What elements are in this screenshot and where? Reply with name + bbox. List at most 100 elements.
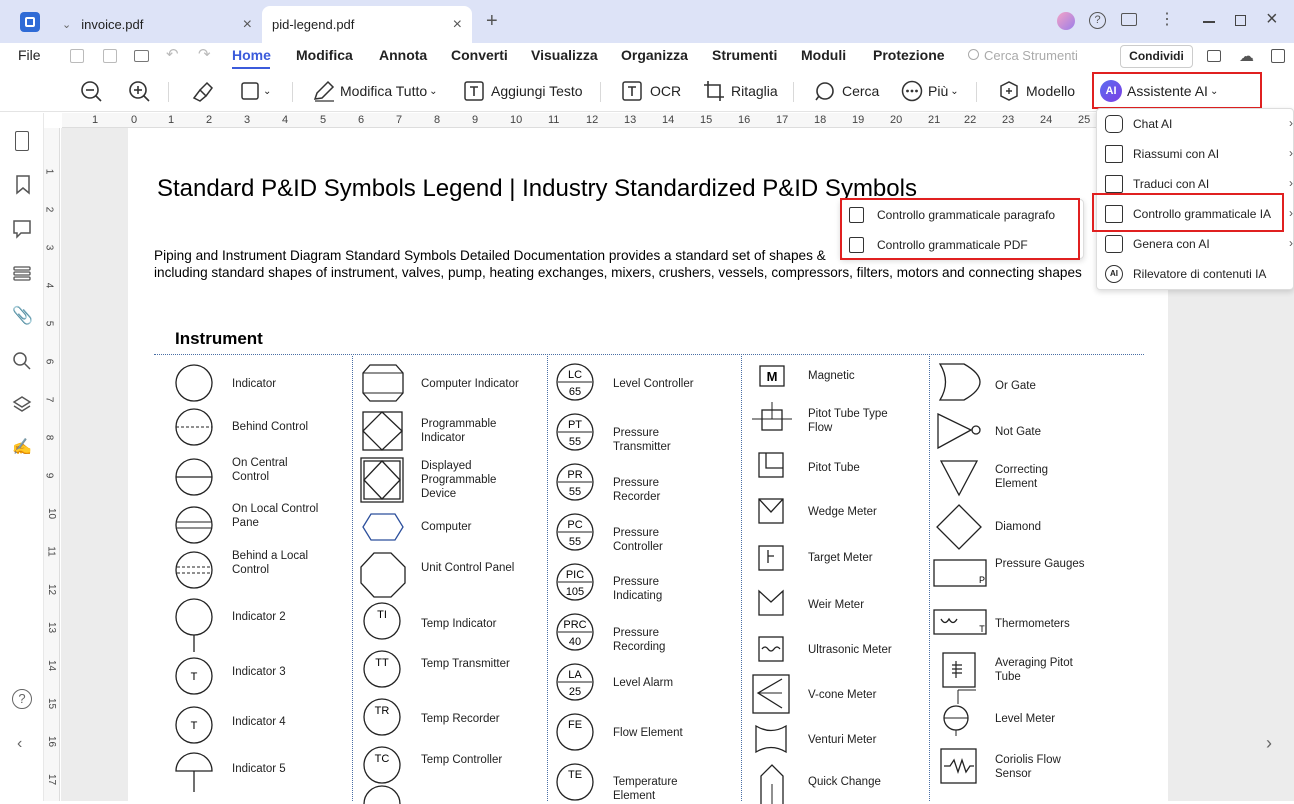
symbol-label: Temp Controller [421,754,503,766]
horizontal-ruler: 1 0 1 2 3 4 5 6 7 8 9 10 11 12 13 14 15 16 17 18 19 20 21 22 23 2… [62,113,1167,128]
menu-organizza[interactable]: Organizza [621,47,688,63]
new-tab-button[interactable]: + [486,10,498,33]
svg-text:PR: PR [567,469,582,481]
ruler-tick-label: 11 [548,114,560,126]
ai-menu-summarize[interactable]: Riassumi con AI › [1097,139,1294,169]
ruler-tick-label: 12 [46,583,58,596]
symbol-shape [939,460,979,497]
symbol-label: Indicator 4 [232,716,286,728]
tab-pid-legend[interactable]: pid-legend.pdf × [262,6,472,43]
symbol-shape [175,752,213,792]
menu-moduli[interactable]: Moduli [801,47,846,63]
ai-menu-chat[interactable]: Chat AI › [1097,109,1294,139]
symbol-shape [758,589,784,616]
attachment-icon[interactable]: 📎 [12,306,33,326]
svg-text:PT: PT [568,419,582,431]
layers-icon[interactable] [12,395,32,415]
redo-icon[interactable]: ↷ [198,45,211,63]
menu-bar: File ↶ ↷ Home Modifica Annota Converti V… [0,43,1294,70]
menu-protezione[interactable]: Protezione [873,47,945,63]
ruler-tick-label: 2 [43,206,55,213]
menu-strumenti[interactable]: Strumenti [712,47,777,63]
symbol-label: Wedge Meter [808,506,877,518]
undo-icon[interactable]: ↶ [166,45,179,63]
ruler-tick-label: 11 [45,546,57,557]
zoom-out-button[interactable] [80,78,102,104]
template-button[interactable]: Modello [997,78,1075,104]
crop-button[interactable]: Ritaglia [703,78,778,104]
symbol-label: Magnetic [808,370,855,382]
zoom-in-button[interactable] [128,78,150,104]
ocr-button[interactable]: OCR [620,78,681,104]
menu-visualizza[interactable]: Visualizza [531,47,598,63]
help-icon[interactable]: ? [1089,12,1106,29]
share-button[interactable]: Condividi [1120,45,1193,68]
save-icon[interactable] [70,49,84,63]
divider [793,82,794,102]
close-window-button[interactable]: × [1266,8,1278,31]
help-icon[interactable]: ? [12,689,32,709]
chevron-down-icon: ⌄ [263,85,272,97]
edit-all-button[interactable]: Modifica Tutto ⌄ [312,78,438,104]
close-icon[interactable]: × [453,16,462,34]
tab-invoice[interactable]: ⌄ invoice.pdf × [52,6,262,43]
ai-menu-generate[interactable]: Genera con AI › [1097,229,1294,259]
divider [292,82,293,102]
symbol-shape: FE [556,713,594,751]
search-tools-input[interactable]: Cerca Strumenti [968,48,1078,63]
symbol-shape: TE [556,763,594,801]
maximize-button[interactable] [1235,15,1246,26]
symbol-label: Level Meter [995,713,1056,725]
symbol-label: Level Alarm [613,677,674,689]
menu-converti[interactable]: Converti [451,47,508,63]
more-vert-icon[interactable]: ⋮ [1159,9,1175,29]
svg-text:65: 65 [569,386,581,398]
feedback-icon[interactable] [1121,13,1137,26]
shape-button[interactable]: ⌄ [240,78,271,104]
avatar[interactable] [1057,12,1075,30]
signature-icon[interactable]: ✍ [12,437,32,457]
close-icon[interactable]: × [243,16,252,34]
org-chart-icon[interactable] [1207,50,1221,62]
menu-file[interactable]: File [18,47,41,63]
svg-text:P: P [979,575,985,585]
symbol-shape [175,551,213,589]
ruler-tick-label: 14 [46,659,58,672]
print-icon[interactable] [134,50,149,62]
vertical-ruler: 1 2 3 4 5 6 7 8 9 10 11 12 13 14 15 16 17 [43,128,60,801]
add-text-button[interactable]: Aggiungi Testo [463,78,583,104]
search-icon[interactable] [12,351,32,371]
search-button[interactable]: Cerca [814,78,879,104]
symbol-shape: PR 55 [556,463,594,501]
highlight-button[interactable] [190,78,214,104]
panel-icon[interactable] [1271,49,1285,63]
svg-text:M: M [767,369,778,384]
comment-icon[interactable] [12,219,32,239]
svg-text:T: T [979,624,985,634]
menu-modifica[interactable]: Modifica [296,47,353,63]
app-logo[interactable] [20,12,40,32]
intro-line-2: including standard shapes of instrument,… [154,265,1082,280]
more-button[interactable]: Più ⌄ [900,78,959,104]
ai-menu-detector[interactable]: AI Rilevatore di contenuti IA [1097,259,1294,289]
column-divider [352,356,353,801]
ruler-tick-label: 8 [434,114,441,126]
cloud-upload-icon[interactable]: ☁ [1239,47,1254,65]
symbol-label: Averaging Pitot Tube [995,657,1073,683]
menu-home[interactable]: Home [232,47,271,63]
divider [976,82,977,102]
ruler-tick-label: 24 [1040,114,1053,126]
symbol-label: Flow Element [613,727,683,739]
symbol-label: Pitot Tube Type Flow [808,408,888,434]
minimize-button[interactable] [1203,21,1215,23]
chevron-right-icon[interactable]: › [1266,733,1272,754]
collapse-left-icon[interactable]: ‹ [17,735,37,755]
list-icon[interactable] [12,263,32,283]
svg-text:PIC: PIC [566,569,584,581]
pages-icon[interactable] [15,131,29,151]
symbol-shape [362,364,404,402]
tab-label: invoice.pdf [81,17,144,32]
bookmark-icon[interactable] [15,175,35,195]
menu-annota[interactable]: Annota [379,47,427,63]
save-as-icon[interactable] [103,49,117,63]
